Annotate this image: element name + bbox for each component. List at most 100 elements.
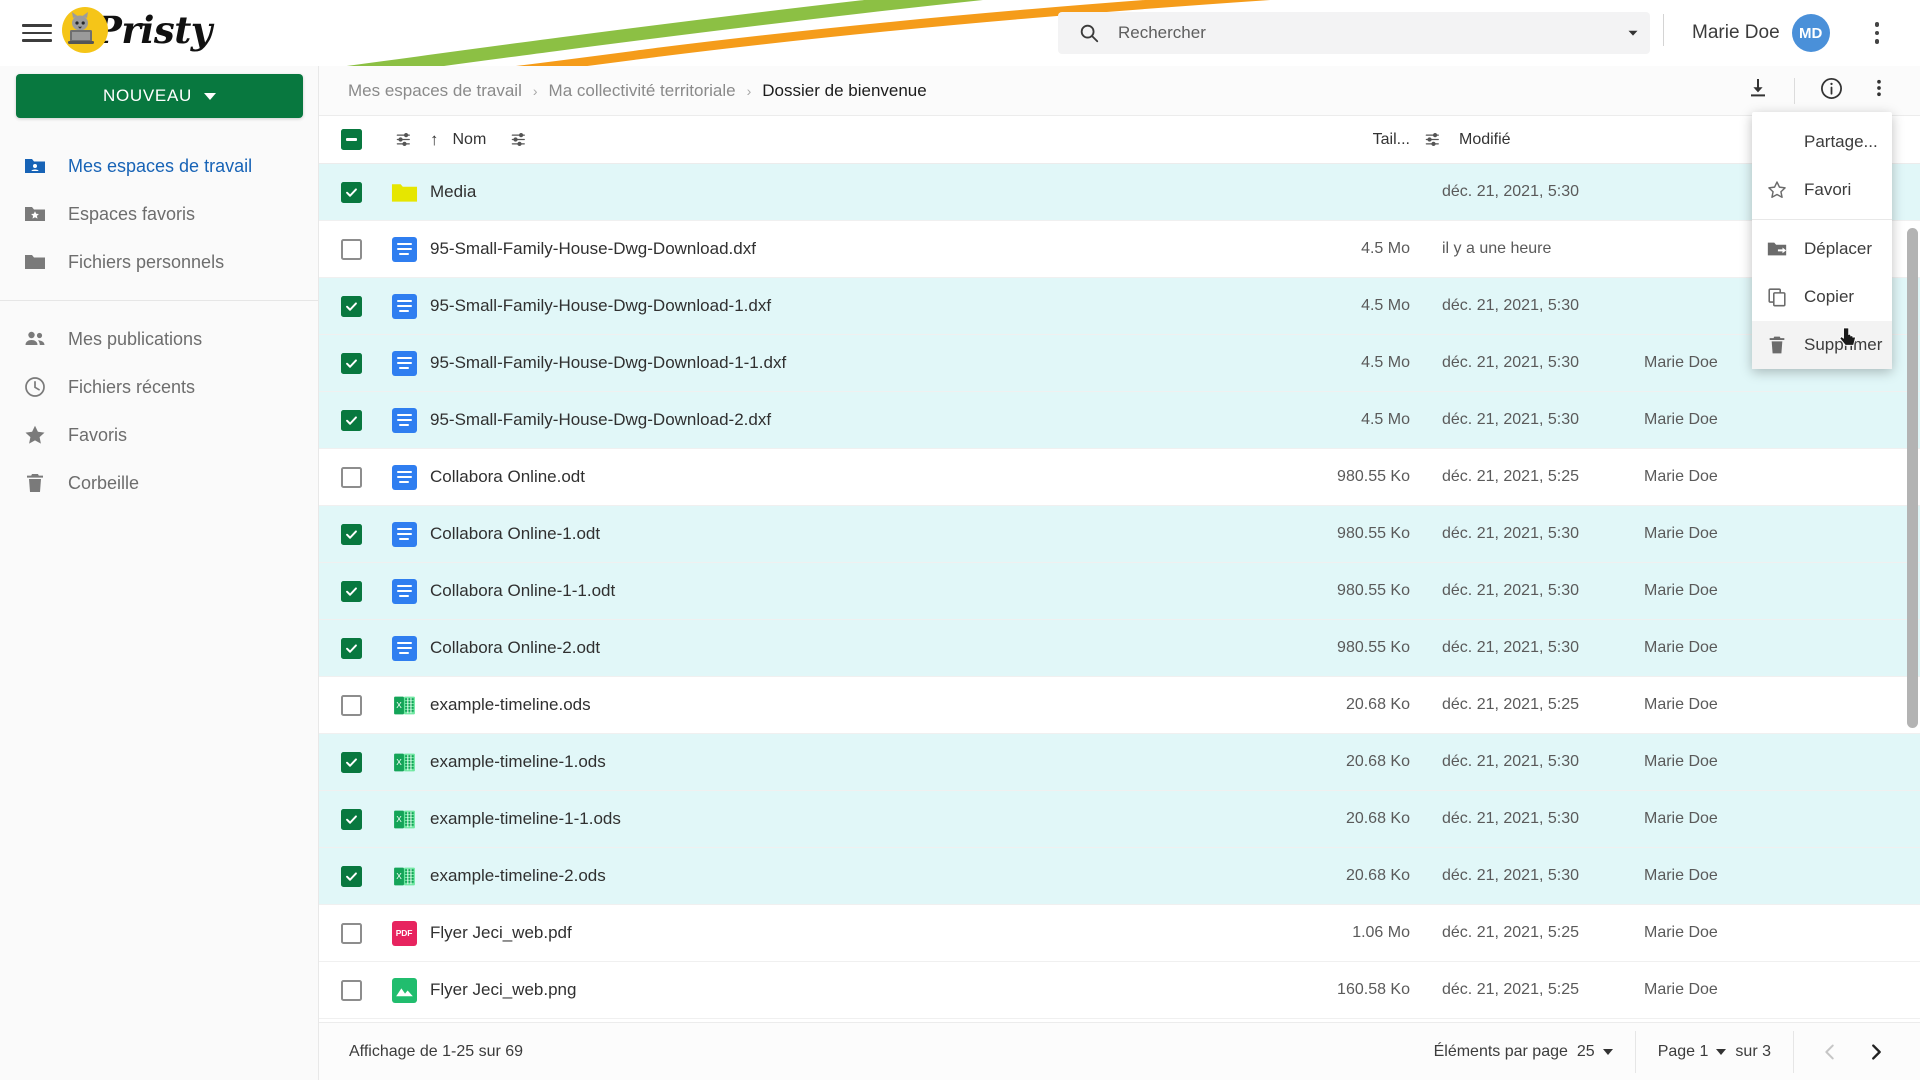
row-checkbox[interactable] [340, 295, 362, 317]
user-profile-menu[interactable]: Marie Doe MD [1692, 12, 1830, 54]
context-menu-item-supprimer[interactable]: Supprimer [1752, 321, 1892, 369]
size-filter-button[interactable] [1424, 130, 1443, 149]
file-name-label: Flyer Jeci_web.png [430, 980, 577, 999]
breadcrumb-item-1[interactable]: Ma collectivité territoriale [549, 81, 736, 101]
table-row[interactable]: 95-Small-Family-House-Dwg-Download.dxf 4.… [319, 221, 1920, 278]
sidebar-item-mes-espaces-de-travail[interactable]: Mes espaces de travail [0, 142, 318, 190]
row-checkbox[interactable] [340, 238, 362, 260]
name-filter-button[interactable] [510, 130, 529, 149]
row-checkbox[interactable] [340, 922, 362, 944]
context-menu-item-partage[interactable]: Partage... [1752, 118, 1892, 166]
breadcrumb-item-0[interactable]: Mes espaces de travail [348, 81, 522, 101]
sidebar-item-fichiers-personnels[interactable]: Fichiers personnels [0, 238, 318, 286]
file-size-cell: 1.06 Mo [1352, 924, 1410, 941]
table-row[interactable]: Xexample-timeline-1.ods 20.68 Ko déc. 21, … [319, 734, 1920, 791]
search-bar[interactable] [1058, 12, 1650, 54]
sidebar-item-mes-publications[interactable]: Mes publications [0, 315, 318, 363]
row-checkbox[interactable] [340, 181, 362, 203]
app-overflow-vertical-dots-icon[interactable] [1862, 17, 1892, 49]
file-name-cell[interactable]: Collabora Online-2.odt [425, 638, 1288, 658]
row-checkbox[interactable] [340, 466, 362, 488]
file-type-icon-cell [383, 521, 425, 547]
table-row[interactable]: Media déc. 21, 2021, 5:30 [319, 164, 1920, 221]
app-logo[interactable]: Pristy [62, 5, 212, 55]
sidebar-item-favoris[interactable]: Favoris [0, 411, 318, 459]
row-checkbox[interactable] [340, 637, 362, 659]
context-menu-item-favori[interactable]: Favori [1752, 166, 1892, 214]
search-dropdown-chevron-down-icon[interactable] [1616, 24, 1650, 42]
row-select-cell [319, 466, 383, 488]
search-input[interactable] [1118, 23, 1616, 43]
showing-range-label: Affichage de 1-25 sur 69 [349, 1042, 524, 1060]
file-name-cell[interactable]: example-timeline-1.ods [425, 752, 1288, 772]
download-button[interactable] [1737, 70, 1779, 112]
table-row[interactable]: Xexample-timeline-2.ods 20.68 Ko déc. 21, … [319, 848, 1920, 905]
table-row[interactable]: Xexample-timeline.ods 20.68 Ko déc. 21, 20… [319, 677, 1920, 734]
file-name-cell[interactable]: Flyer Jeci_web.pdf [425, 923, 1288, 943]
file-size-cell: 160.58 Ko [1337, 981, 1410, 998]
sidebar-item-espaces-favoris[interactable]: Espaces favoris [0, 190, 318, 238]
document-icon [391, 236, 417, 262]
file-type-icon-cell [383, 293, 425, 319]
file-name-cell[interactable]: Collabora Online.odt [425, 467, 1288, 487]
table-row[interactable]: 95-Small-Family-House-Dwg-Download-1-1.d… [319, 335, 1920, 392]
row-checkbox[interactable] [340, 865, 362, 887]
file-name-cell[interactable]: example-timeline-2.ods [425, 866, 1288, 886]
file-name-cell[interactable]: 95-Small-Family-House-Dwg-Download-1.dxf [425, 296, 1288, 316]
file-name-cell[interactable]: Collabora Online-1.odt [425, 524, 1288, 544]
column-header-name[interactable]: ↑ Nom [425, 130, 1288, 150]
context-menu-item-d-placer[interactable]: Déplacer [1752, 225, 1892, 273]
folder-more-button[interactable] [1858, 70, 1900, 112]
toolbar-divider [1794, 77, 1795, 104]
new-button[interactable]: NOUVEAU [16, 74, 303, 118]
file-name-cell[interactable]: 95-Small-Family-House-Dwg-Download-1-1.d… [425, 353, 1288, 373]
star-icon [22, 422, 48, 448]
row-checkbox[interactable] [340, 979, 362, 1001]
column-header-size[interactable]: Tail... [1288, 131, 1418, 149]
sidebar-item-corbeille[interactable]: Corbeille [0, 459, 318, 507]
table-row[interactable]: Flyer Jeci_web.png 160.58 Ko déc. 21, 2021… [319, 962, 1920, 1019]
file-name-cell[interactable]: 95-Small-Family-House-Dwg-Download.dxf [425, 239, 1288, 259]
hamburger-menu-icon[interactable] [22, 20, 52, 46]
row-checkbox[interactable] [340, 409, 362, 431]
row-checkbox[interactable] [340, 523, 362, 545]
file-name-cell[interactable]: Media [425, 182, 1288, 202]
row-checkbox[interactable] [340, 808, 362, 830]
table-row[interactable]: Xexample-timeline-1-1.ods 20.68 Ko déc. 21… [319, 791, 1920, 848]
table-row[interactable]: Collabora Online-1-1.odt 980.55 Ko déc. 21… [319, 563, 1920, 620]
file-name-cell[interactable]: example-timeline.ods [425, 695, 1288, 715]
sidebar-item-fichiers-recents[interactable]: Fichiers récents [0, 363, 318, 411]
table-row[interactable]: 95-Small-Family-House-Dwg-Download-2.dxf… [319, 392, 1920, 449]
row-select-cell [319, 808, 383, 830]
table-row[interactable]: Collabora Online-2.odt 980.55 Ko déc. 21, … [319, 620, 1920, 677]
breadcrumb-actions [1737, 70, 1900, 112]
row-checkbox[interactable] [340, 580, 362, 602]
spreadsheet-icon: X [392, 750, 417, 775]
items-per-page-select[interactable]: 25 [1577, 1043, 1613, 1061]
table-row[interactable]: Collabora Online-1.odt 980.55 Ko déc. 21, … [319, 506, 1920, 563]
file-name-cell[interactable]: Collabora Online-1-1.odt [425, 581, 1288, 601]
file-name-cell[interactable]: example-timeline-1-1.ods [425, 809, 1288, 829]
file-name-cell[interactable]: Flyer Jeci_web.png [425, 980, 1288, 1000]
table-row[interactable]: PDF Flyer Jeci_web.pdf 1.06 Mo déc. 21, 202… [319, 905, 1920, 962]
page-select[interactable]: Page 1 [1658, 1043, 1727, 1061]
file-list-scrollbar-thumb[interactable] [1907, 228, 1918, 728]
row-checkbox[interactable] [340, 352, 362, 374]
file-modified-by-cell: Marie Doe [1644, 867, 1718, 884]
top-bar: Pristy Marie Doe MD [0, 0, 1920, 66]
next-page-button[interactable] [1854, 1030, 1898, 1074]
table-row[interactable]: Collabora Online.odt 980.55 Ko déc. 21, 20… [319, 449, 1920, 506]
type-filter-button[interactable] [383, 130, 425, 149]
prev-page-button[interactable] [1808, 1030, 1852, 1074]
info-button[interactable] [1810, 70, 1852, 112]
file-modified-by-cell: Marie Doe [1644, 639, 1718, 656]
column-header-modified[interactable]: Modifié [1418, 130, 1628, 149]
context-menu-item-copier[interactable]: Copier [1752, 273, 1892, 321]
row-checkbox[interactable] [340, 751, 362, 773]
table-row[interactable]: 95-Small-Family-House-Dwg-Download-1.dxf… [319, 278, 1920, 335]
file-size-cell: 980.55 Ko [1337, 468, 1410, 485]
select-all-checkbox[interactable] [340, 129, 362, 150]
file-name-cell[interactable]: 95-Small-Family-House-Dwg-Download-2.dxf [425, 410, 1288, 430]
row-checkbox[interactable] [340, 694, 362, 716]
breadcrumb-item-2[interactable]: Dossier de bienvenue [762, 81, 926, 101]
